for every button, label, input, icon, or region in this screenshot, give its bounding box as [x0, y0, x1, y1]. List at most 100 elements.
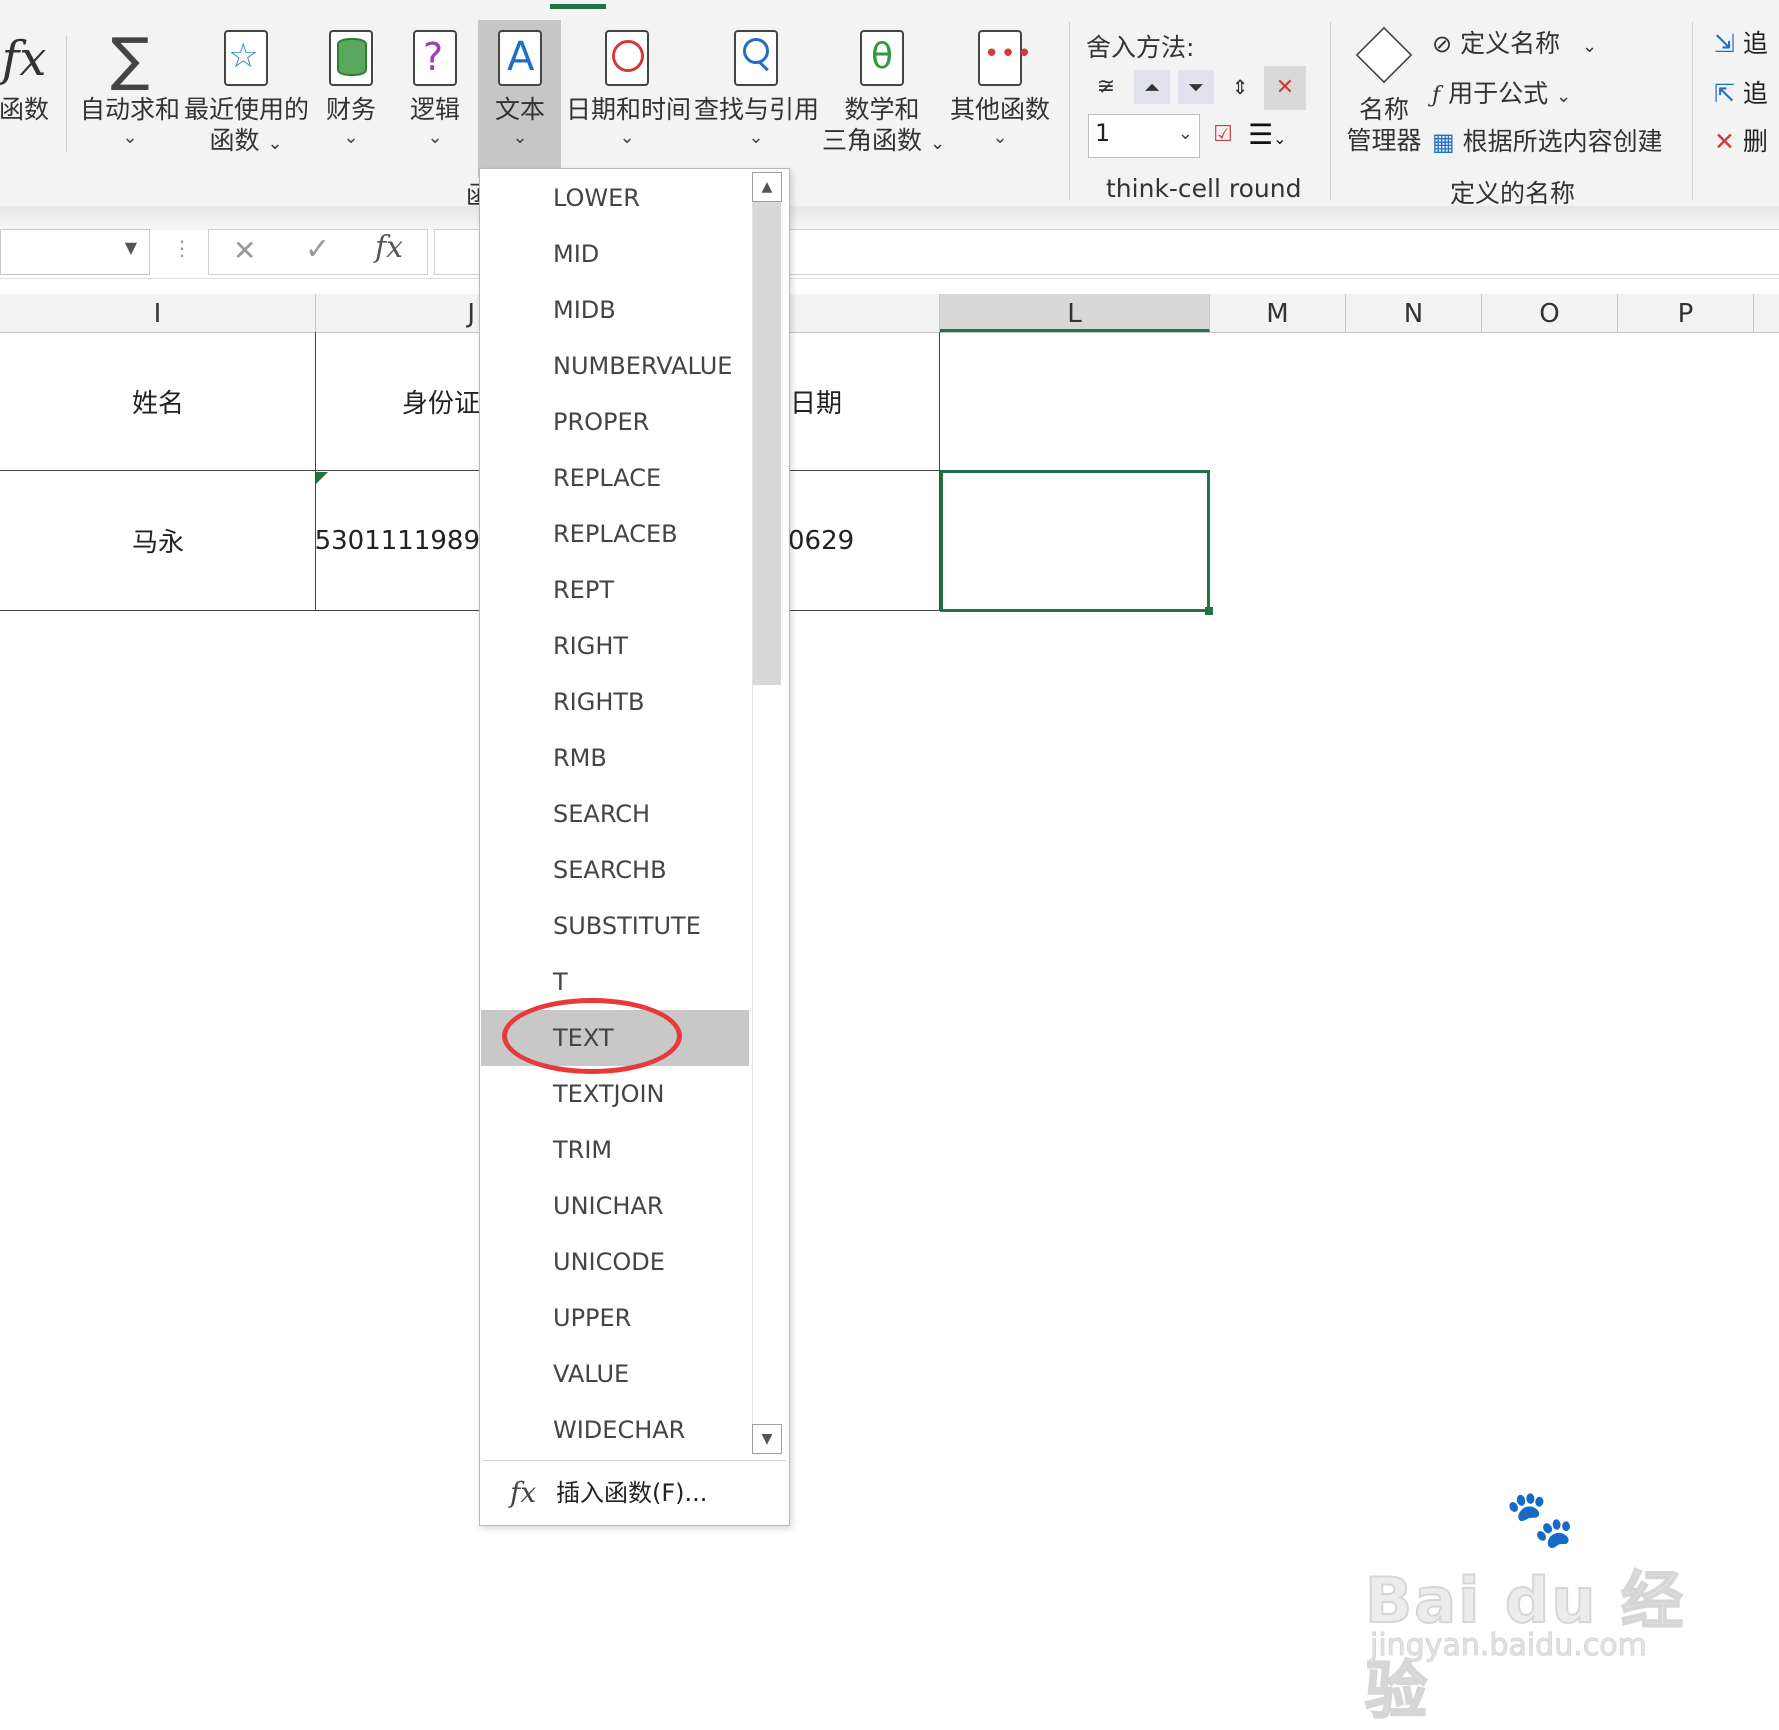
financial-button[interactable]: 财务 ⌄ — [320, 30, 382, 149]
scroll-up-arrow-icon[interactable]: ▲ — [752, 172, 782, 202]
dropdown-item-right[interactable]: RIGHT — [481, 618, 749, 674]
dropdown-item-rightb[interactable]: RIGHTB — [481, 674, 749, 730]
create-from-selection-label: 根据所选内容创建 — [1462, 127, 1663, 156]
more-functions-label: 其他函数 — [950, 95, 1051, 124]
check-list-icon[interactable]: ☑ — [1206, 118, 1240, 152]
datetime-button[interactable]: 日期和时间 ⌄ — [566, 30, 691, 149]
chevron-down-icon: ⌄ — [748, 127, 764, 148]
remove-arrows-label: 删 — [1742, 127, 1768, 156]
trace-precedents-button[interactable]: ⇲ 追 — [1714, 26, 1768, 62]
dropdown-item-unichar[interactable]: UNICHAR — [481, 1178, 749, 1234]
round-remove-icon[interactable]: ✕ — [1264, 66, 1306, 110]
name-box[interactable]: ▼ — [0, 229, 150, 275]
theta-icon: θ — [822, 30, 942, 88]
remove-arrows-icon: ✕ — [1714, 127, 1735, 156]
rounding-method-label: 舍入方法: — [1086, 33, 1195, 62]
dropdown-item-trim[interactable]: TRIM — [481, 1122, 749, 1178]
dropdown-item-numbervalue[interactable]: NUMBERVALUE — [481, 338, 749, 394]
autosum-button[interactable]: ∑ 自动求和 ⌄ — [80, 30, 180, 149]
column-header-m[interactable]: M — [1210, 294, 1346, 332]
round-nearest-icon[interactable]: ⇕ — [1222, 70, 1258, 104]
cell-k-header[interactable]: 日期 — [788, 332, 940, 470]
column-header-k[interactable] — [788, 294, 940, 332]
fx-icon: fx — [510, 1476, 537, 1509]
name-manager-label: 名称 — [1358, 95, 1409, 124]
create-from-selection-button[interactable]: ▦ 根据所选内容创建 — [1432, 124, 1663, 160]
enter-icon[interactable]: ✓ — [305, 232, 330, 267]
more-functions-button[interactable]: ••• 其他函数 ⌄ — [950, 30, 1050, 149]
dropdown-scrollbar-thumb[interactable] — [753, 200, 781, 685]
column-header-o[interactable]: O — [1482, 294, 1618, 332]
cell-j-header[interactable]: 身份证 — [316, 332, 480, 470]
cell-i-data[interactable]: 马永 — [0, 471, 316, 610]
logical-button[interactable]: ? 逻辑 ⌄ — [404, 30, 466, 149]
star-book-icon: ☆ — [184, 30, 308, 88]
chevron-down-icon: ⌄ — [512, 127, 528, 148]
define-name-button[interactable]: ⊘ 定义名称 ⌄ — [1432, 26, 1597, 62]
column-header-n[interactable]: N — [1346, 294, 1482, 332]
dropdown-item-textjoin[interactable]: TEXTJOIN — [481, 1066, 749, 1122]
align-menu-icon[interactable]: ☰⌄ — [1248, 116, 1302, 154]
insert-function-button[interactable]: fx 函数 — [0, 30, 54, 125]
insert-function-icon[interactable]: fx — [375, 230, 403, 265]
use-in-formula-button[interactable]: ƒ 用于公式 ⌄ — [1432, 76, 1571, 112]
dropdown-item-lower[interactable]: LOWER — [481, 170, 749, 226]
column-header-i[interactable]: I — [0, 294, 316, 332]
thinkcell-group-label: think-cell round — [1106, 174, 1302, 203]
magnifier-book-icon — [694, 30, 818, 88]
cancel-icon[interactable]: ✕ — [233, 234, 256, 267]
round-sum-icon[interactable]: ≆ — [1088, 70, 1124, 104]
column-header-l[interactable]: L — [940, 294, 1210, 332]
cell-j-data[interactable]: 5301111989 — [316, 471, 480, 610]
precision-select[interactable]: 1 ⌄ — [1088, 114, 1200, 158]
insert-function-menu-item[interactable]: fx 插入函数(F)... — [482, 1468, 786, 1518]
lookup-reference-button[interactable]: 查找与引用 ⌄ — [694, 30, 819, 149]
column-header-j[interactable]: J — [316, 294, 480, 332]
dropdown-item-searchb[interactable]: SEARCHB — [481, 842, 749, 898]
dropdown-item-proper[interactable]: PROPER — [481, 394, 749, 450]
defined-names-group-label: 定义的名称 — [1450, 179, 1576, 208]
round-up-icon[interactable]: ⏶ — [1134, 70, 1170, 104]
dropdown-item-substitute[interactable]: SUBSTITUTE — [481, 898, 749, 954]
question-icon: ? — [404, 30, 466, 88]
name-manager-button[interactable]: 名称 管理器 — [1344, 26, 1424, 156]
financial-icon — [320, 30, 382, 88]
dropdown-item-midb[interactable]: MIDB — [481, 282, 749, 338]
column-header-p[interactable]: P — [1618, 294, 1754, 332]
dropdown-item-replaceb[interactable]: REPLACEB — [481, 506, 749, 562]
recently-used-button[interactable]: ☆ 最近使用的 函数 ⌄ — [184, 30, 309, 159]
separator — [1330, 22, 1331, 200]
round-down-icon[interactable]: ⏷ — [1178, 70, 1214, 104]
dropdown-item-value[interactable]: VALUE — [481, 1346, 749, 1402]
chevron-down-icon: ⌄ — [1556, 86, 1572, 107]
dropdown-item-replace[interactable]: REPLACE — [481, 450, 749, 506]
cell-k-data[interactable]: 0629 — [788, 471, 940, 610]
dropdown-item-widechar[interactable]: WIDECHAR — [481, 1402, 749, 1458]
fill-handle[interactable] — [1205, 607, 1213, 615]
dropdown-item-search[interactable]: SEARCH — [481, 786, 749, 842]
formula-buttons: ✕ ✓ fx — [208, 229, 428, 275]
recently-used-label-2: 函数 ⌄ — [184, 125, 308, 159]
insert-function-menu-label: 插入函数(F)... — [556, 1479, 708, 1507]
chevron-down-icon: ⌄ — [992, 127, 1008, 148]
trace-precedents-label: 追 — [1742, 29, 1768, 58]
dropdown-item-rmb[interactable]: RMB — [481, 730, 749, 786]
dropdown-item-rept[interactable]: REPT — [481, 562, 749, 618]
remove-arrows-button[interactable]: ✕ 删 — [1714, 124, 1768, 160]
text-button[interactable]: A 文本 ⌄ — [487, 30, 553, 149]
text-label: 文本 — [494, 95, 545, 124]
watermark-url: jingyan.baidu.com — [1370, 1628, 1648, 1664]
trace-dependents-button[interactable]: ⇱ 追 — [1714, 76, 1768, 112]
math-trig-button[interactable]: θ 数学和 三角函数 ⌄ — [822, 30, 945, 159]
error-indicator-icon[interactable] — [316, 472, 328, 484]
separator — [66, 36, 67, 152]
cell-i-header[interactable]: 姓名 — [0, 332, 316, 470]
dropdown-item-unicode[interactable]: UNICODE — [481, 1234, 749, 1290]
dropdown-item-mid[interactable]: MID — [481, 226, 749, 282]
drag-handle-icon[interactable]: ⋮ — [172, 236, 192, 260]
financial-label: 财务 — [325, 95, 376, 124]
selected-cell-l[interactable] — [940, 470, 1210, 612]
dropdown-item-upper[interactable]: UPPER — [481, 1290, 749, 1346]
scroll-down-arrow-icon[interactable]: ▼ — [752, 1424, 782, 1454]
name-tag-icon — [1344, 26, 1424, 88]
